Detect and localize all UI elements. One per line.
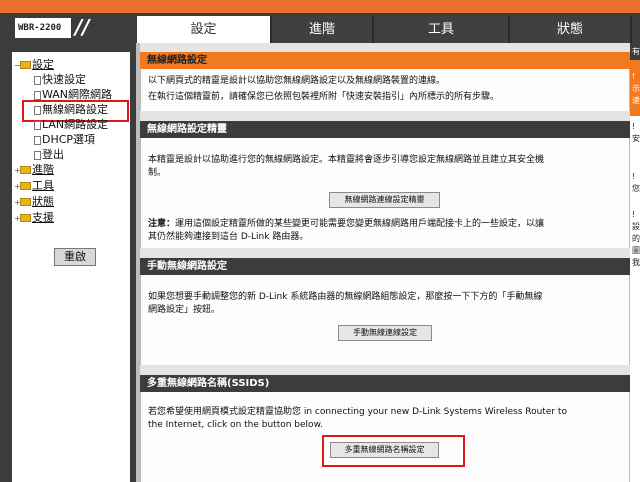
help-char: 我 [632,258,640,267]
help-char: 示 [632,84,640,93]
page-icon [34,135,41,145]
help-char: 圖 [632,246,640,255]
nav-item-quick-setup[interactable]: 快速設定 [34,74,86,86]
intro-line-2: 在執行這個精靈前，請確保您已依照包裝裡所附「快速安裝指引」內所標示的所有步驟。 [148,92,500,102]
tab-tools[interactable]: 工具 [374,16,508,43]
tab-separator [630,16,632,43]
section-body-wireless-setup: 以下網頁式的精靈是設計以協助您無線網路設定以及無線網路裝置的連線。 在執行這個精… [140,69,630,111]
note-text: 運用這個設定精靈所做的某些變更可能需要您變更無線網路用戶端配接卡上的一些設定，以… [175,219,545,229]
section-title-manual: 手動無線網路設定 [140,258,630,275]
manual-line-2: 網路設定」按鈕。 [148,305,221,315]
nav-folder-status[interactable]: + 狀態 [14,196,54,209]
help-char: ! [632,172,636,181]
top-accent-bar [0,0,640,13]
wizard-note-line-1: 注意：運用這個設定精靈所做的某些變更可能需要您變更無線網路用戶端配接卡上的一些設… [148,218,544,231]
wizard-line-1: 本精靈是設計以協助進行您的無線網路設定。本精靈將會逐步引導您設定無線網路並且建立… [148,155,545,165]
nav-folder-tools[interactable]: + 工具 [14,180,54,193]
help-char: ! [632,210,636,219]
folder-icon [20,61,31,69]
nav-item-dhcp[interactable]: DHCP選項 [34,134,95,146]
help-char: 的 [632,234,640,243]
page-icon [34,90,41,100]
tab-status[interactable]: 狀態 [510,16,630,43]
help-char: 速 [632,96,640,105]
nav-folder-support[interactable]: + 支援 [14,212,54,225]
wireless-wizard-button[interactable]: 無線網路連線設定精靈 [329,192,440,208]
help-char: 設 [632,222,640,231]
page-icon [34,150,41,160]
page-icon [34,75,41,85]
model-divider-icon: // [75,15,90,39]
help-char: ! [632,122,636,131]
manual-setup-button[interactable]: 手動無線連線設定 [338,325,432,341]
multi-ssid-button[interactable]: 多重無線網路名稱設定 [330,442,439,458]
help-char: 有 [632,47,640,56]
wizard-note-line-2: 其仍然能夠連接到這台 D-Link 路由器。 [148,232,309,242]
ssid-line-2: the Internet, click on the button below. [148,420,323,430]
intro-line-1: 以下網頁式的精靈是設計以協助您無線網路設定以及無線網路裝置的連線。 [148,76,446,86]
section-title-ssid: 多重無線網路名稱(SSIDS) [140,375,630,392]
section-body-ssid: 若您希望使用網頁模式設定精靈協助您 in connecting your new… [140,392,630,482]
section-title-wizard: 無線網路設定精靈 [140,121,630,138]
reboot-button[interactable]: 重啟 [54,248,96,266]
folder-icon [20,198,31,206]
nav-folder-advanced[interactable]: + 進階 [14,164,54,177]
folder-icon [20,166,31,174]
model-label: WBR-2200 [15,18,71,38]
nav-item-lan[interactable]: LAN網路設定 [34,119,108,131]
help-char: ! [632,72,636,81]
page-icon [34,120,41,130]
note-label: 注意： [148,219,176,229]
tab-advanced[interactable]: 進階 [272,16,372,43]
nav-item-logout[interactable]: 登出 [34,149,64,161]
nav-folder-setup[interactable]: − 設定 [14,59,54,72]
folder-icon [20,214,31,222]
help-char: 您 [632,184,640,193]
section-title-wireless-setup: 無線網路設定 [140,52,630,69]
wizard-line-2: 制。 [148,168,167,178]
help-char: 安 [632,134,640,143]
tab-setup[interactable]: 設定 [137,16,270,43]
ssid-line-1: 若您希望使用網頁模式設定精靈協助您 in connecting your new… [148,407,567,417]
section-body-manual: 如果您想要手動調整您的新 D-Link 系統路由器的無線網路組態設定，那麼按一下… [140,275,630,365]
manual-line-1: 如果您想要手動調整您的新 D-Link 系統路由器的無線網路組態設定，那麼按一下… [148,292,543,302]
folder-icon [20,182,31,190]
section-body-wizard: 本精靈是設計以協助進行您的無線網路設定。本精靈將會逐步引導您設定無線網路並且建立… [140,138,630,248]
